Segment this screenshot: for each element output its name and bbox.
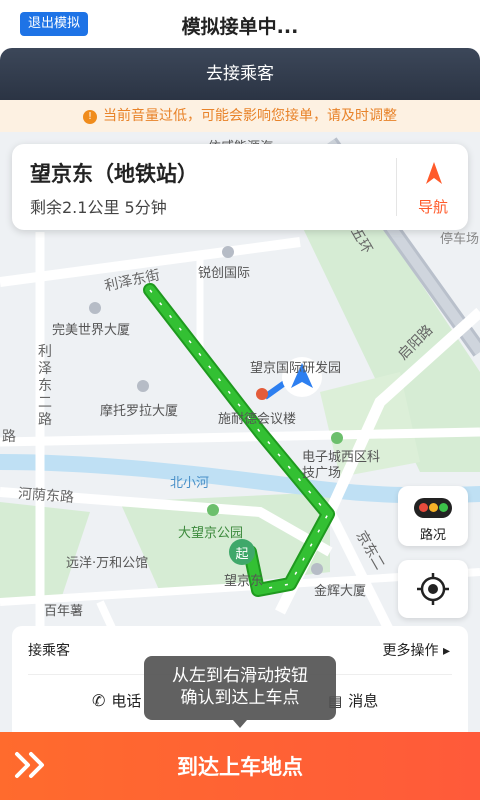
tooltip-line: 从左到右滑动按钮: [172, 666, 308, 686]
map-label: 摩托罗拉大厦: [100, 404, 179, 419]
locate-button[interactable]: [398, 560, 468, 618]
map-label: 大望京公园: [178, 526, 244, 541]
map-label: 施耐德会议楼: [218, 412, 297, 427]
call-label: 电话: [111, 692, 142, 710]
map-label: 锐创国际: [198, 266, 251, 281]
phone-icon: ✆: [92, 691, 106, 710]
traffic-light-icon: [414, 498, 452, 518]
volume-warning-banner[interactable]: ! 当前音量过低，可能会影响您接单，请及时调整: [0, 100, 480, 132]
header-bar: 去接乘客: [0, 48, 480, 100]
map-label: 路: [2, 429, 16, 445]
map-label: 北小河: [170, 476, 210, 491]
tooltip-line: 确认到达上车点: [180, 688, 300, 708]
map-label: 完美世界大厦: [52, 323, 131, 338]
map-label: 利泽东二路: [38, 344, 52, 428]
info-icon: !: [83, 110, 97, 124]
pickup-title: 接乘客: [28, 643, 70, 659]
header-title: 去接乘客: [206, 64, 274, 84]
map-label: 远洋·万和公馆: [66, 556, 149, 571]
map-label: 百年薯: [44, 604, 84, 619]
map-label: 望京国际研发园: [250, 361, 342, 376]
message-label: 消息: [348, 692, 379, 710]
call-button[interactable]: ✆ 电话: [92, 690, 141, 711]
more-operations-button[interactable]: 更多操作 ▸: [383, 640, 450, 660]
map-label: 电子城西区科技广场: [302, 450, 381, 481]
map-label: 停车场: [440, 232, 480, 247]
start-marker: 起: [235, 547, 249, 562]
destination-name: 望京东（地铁站）: [30, 162, 198, 186]
traffic-label: 路况: [419, 528, 446, 543]
map-label: 河荫东路: [17, 486, 75, 506]
arrive-label: 到达上车地点: [177, 755, 303, 779]
arrive-slide-bar[interactable]: 到达上车地点: [0, 732, 480, 800]
navigate-label: 导航: [417, 198, 448, 216]
crosshair-icon: [417, 573, 449, 605]
map-label: 金辉大厦: [314, 584, 367, 599]
destination-info: 剩余2.1公里 5分钟: [30, 198, 167, 217]
slide-hint-tooltip: 从左到右滑动按钮 确认到达上车点: [144, 656, 336, 728]
warning-text: 当前音量过低，可能会影响您接单，请及时调整: [103, 108, 397, 124]
traffic-button[interactable]: 路况: [398, 486, 468, 546]
map-label: 望京东: [224, 574, 264, 589]
navigation-arrow-icon: [426, 162, 442, 184]
top-bar: 退出模拟 模拟接单中...: [0, 0, 480, 48]
navigate-button[interactable]: 导航: [398, 144, 468, 230]
divider: [396, 158, 397, 216]
destination-card: 望京东（地铁站） 剩余2.1公里 5分钟 导航: [12, 144, 468, 230]
page-title: 模拟接单中...: [181, 16, 299, 38]
